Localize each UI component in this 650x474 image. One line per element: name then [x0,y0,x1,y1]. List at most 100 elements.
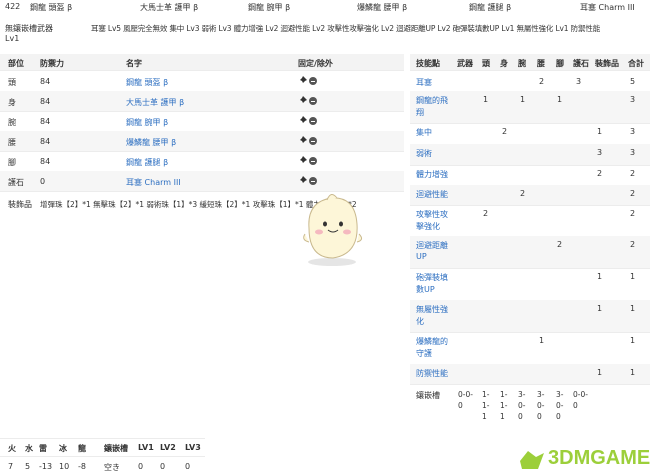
3dm-logo-icon [520,451,544,469]
equip-leg: 鋼龍 護腿 β [469,3,512,12]
skill-point-cell: 1 [630,304,636,313]
skill-name-link[interactable]: 防禦性能 [416,368,448,379]
table-row [410,165,650,166]
resist-value: 0 [160,462,166,471]
resist-value: 7 [8,462,14,471]
table-row [410,205,650,206]
deco-label: 裝飾品 [8,200,32,209]
table-row [410,332,650,333]
skill-name-link[interactable]: 弱術 [416,148,432,159]
defense-cell: 84 [40,137,51,146]
skill-name-link[interactable]: 爆鱗龍的 [416,336,448,347]
col-part: 部位 [8,59,24,68]
skill-name-link[interactable]: 迴避距離 [416,240,448,251]
skill-point-cell: 2 [630,189,636,198]
table-row [0,151,404,152]
defense-cell: 84 [40,157,51,166]
resist-col-header: LV3 [185,443,201,452]
exclude-icon[interactable] [309,97,317,105]
skills-col-header: 護石 [573,59,589,68]
pin-icon[interactable] [298,116,307,127]
skill-name-link[interactable]: 翔 [416,107,424,118]
pin-icon[interactable] [298,136,307,147]
exclude-icon[interactable] [309,77,317,85]
equip-name-link[interactable]: 鋼龍 護腿 β [126,157,168,168]
slot-cell: 0 [458,401,463,410]
exclude-icon[interactable] [309,117,317,125]
skill-point-cell: 2 [630,169,636,178]
equip-name-link[interactable]: 鋼龍 頭盔 β [126,77,168,88]
slot-cell: 1- [500,390,508,399]
skill-name-link[interactable]: 集中 [416,127,432,138]
slot-cell: 0-0- [573,390,588,399]
resist-value: 空き [104,463,120,472]
skills-line: 耳塞 Lv5 風壓完全無效 集中 Lv3 弱術 Lv3 體力增強 Lv2 迴避性… [91,24,601,33]
skill-name-link[interactable]: 鋼龍的飛 [416,95,448,106]
defense-cell: 84 [40,97,51,106]
skill-point-cell: 1 [597,368,603,377]
skills-col-header: 裝飾品 [595,59,619,68]
skills-col-header: 頭 [482,59,490,68]
skill-name-link[interactable]: 守護 [416,348,432,359]
resist-col-header: 冰 [59,444,67,453]
skill-point-cell: 3 [576,77,582,86]
skill-point-cell: 1 [597,304,603,313]
skills-col-header: 腳 [556,59,564,68]
exclude-icon[interactable] [309,137,317,145]
skill-name-link[interactable]: 砲彈裝填 [416,272,448,283]
skill-point-cell: 2 [630,209,636,218]
resist-col-header: 水 [25,444,33,453]
equip-name-link[interactable]: 爆鱗龍 腰甲 β [126,137,176,148]
pin-icon[interactable] [298,156,307,167]
slots-label: 鑲嵌槽 [416,391,440,400]
slot-cell: 0 [573,401,578,410]
skill-name-link[interactable]: 體力增強 [416,169,448,180]
slot-cell: 3- [518,390,526,399]
skills-col-header: 腰 [537,59,545,68]
skill-name-link[interactable]: 迴避性能 [416,189,448,200]
skill-name-link[interactable]: 擊強化 [416,221,440,232]
skill-name-link[interactable]: 化 [416,316,424,327]
pin-icon[interactable] [298,176,307,187]
resist-col-header: 鑲嵌槽 [104,444,128,453]
table-row [0,111,404,112]
slot-cell: 0 [537,412,542,421]
exclude-icon[interactable] [309,177,317,185]
exclude-icon[interactable] [309,157,317,165]
weapon-name: 無鑲嵌槽武器 [5,24,53,33]
part-cell: 護石 [8,178,24,187]
slot-cell: 0- [537,401,545,410]
part-cell: 腰 [8,138,16,147]
skill-point-cell: 2 [520,189,526,198]
skill-name-link[interactable]: 無屬性強 [416,304,448,315]
equip-name-link[interactable]: 耳塞 Charm III [126,177,181,188]
skill-point-cell: 1 [557,95,563,104]
col-fix: 固定/除外 [298,59,333,68]
skill-point-cell: 1 [630,336,636,345]
equip-name-link[interactable]: 鋼龍 腕甲 β [126,117,168,128]
skill-point-cell: 2 [539,77,545,86]
skill-point-cell: 3 [630,148,636,157]
resist-col-header: 火 [8,444,16,453]
skill-point-cell: 3 [630,127,636,136]
equip-name-link[interactable]: 大馬士革 護甲 β [126,97,184,108]
skill-point-cell: 1 [630,368,636,377]
pin-icon[interactable] [298,96,307,107]
resist-value: 5 [25,462,31,471]
skill-name-link[interactable]: UP [416,252,427,261]
resist-value: 10 [59,462,70,471]
skill-name-link[interactable]: 攻擊性攻 [416,209,448,220]
pin-icon[interactable] [298,76,307,87]
skill-point-cell: 2 [630,240,636,249]
slot-cell: 0 [518,412,523,421]
resist-value: -8 [78,462,86,471]
resist-value: 0 [185,462,191,471]
skill-name-link[interactable]: 耳塞 [416,77,432,88]
slot-cell: 0- [556,401,564,410]
skills-col-header: 合計 [628,59,644,68]
equip-head: 鋼龍 頭盔 β [30,3,73,12]
skill-name-link[interactable]: 數UP [416,284,435,295]
part-cell: 腳 [8,158,16,167]
skill-point-cell: 1 [597,127,603,136]
resist-value: 0 [138,462,144,471]
